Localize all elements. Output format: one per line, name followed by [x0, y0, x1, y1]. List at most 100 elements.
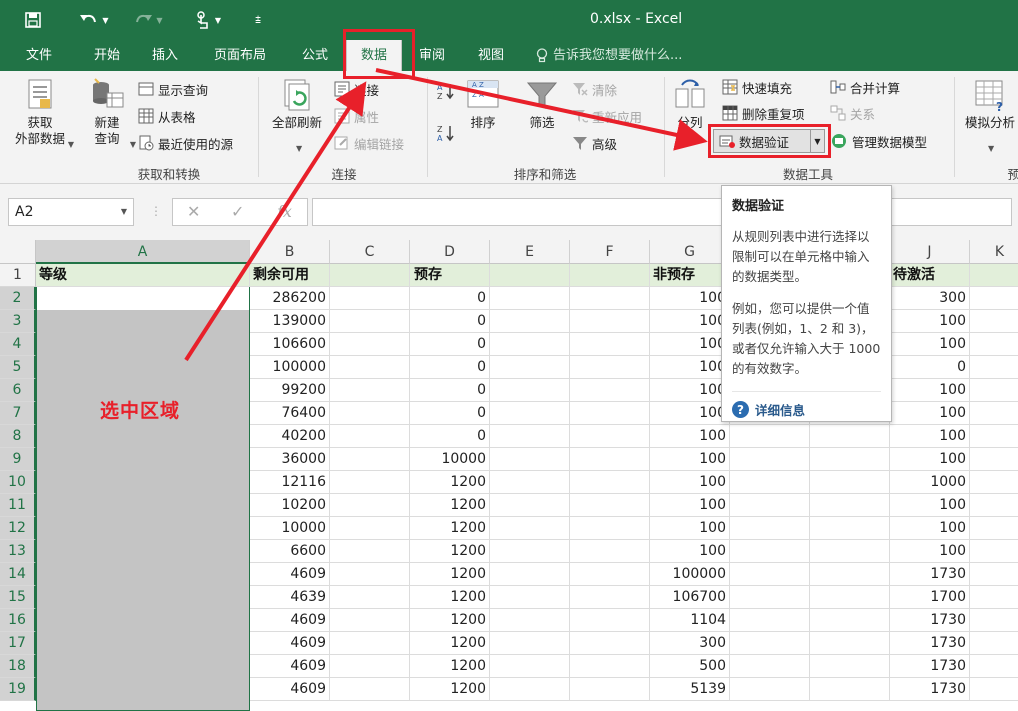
row-header[interactable]: 18: [0, 655, 36, 678]
row-header[interactable]: 12: [0, 517, 36, 540]
refresh-all-button[interactable]: 全部刷新 ▼: [264, 77, 330, 153]
undo-icon[interactable]: ▼: [74, 8, 114, 32]
row-header[interactable]: 4: [0, 333, 36, 356]
cell-j[interactable]: 300: [890, 287, 970, 310]
cell-a[interactable]: [36, 448, 250, 471]
cell-k[interactable]: [970, 471, 1018, 494]
row-header[interactable]: 9: [0, 448, 36, 471]
cell-h[interactable]: [730, 540, 810, 563]
column-header-a[interactable]: A: [36, 240, 250, 264]
cell-d[interactable]: 1200: [410, 494, 490, 517]
cell-e[interactable]: [490, 678, 570, 701]
cell-g[interactable]: 100000: [650, 563, 730, 586]
header-cell-c[interactable]: [330, 264, 410, 287]
cell-i[interactable]: [810, 678, 890, 701]
row-header[interactable]: 13: [0, 540, 36, 563]
tab-file[interactable]: 文件: [14, 40, 64, 71]
cell-j[interactable]: 1000: [890, 471, 970, 494]
cell-c[interactable]: [330, 540, 410, 563]
cell-g[interactable]: 100: [650, 425, 730, 448]
header-cell-a[interactable]: 等级: [36, 264, 250, 287]
cell-d[interactable]: 0: [410, 287, 490, 310]
row-header[interactable]: 5: [0, 356, 36, 379]
cell-k[interactable]: [970, 287, 1018, 310]
cell-j[interactable]: 1730: [890, 632, 970, 655]
cell-c[interactable]: [330, 678, 410, 701]
cell-k[interactable]: [970, 333, 1018, 356]
cell-i[interactable]: [810, 425, 890, 448]
row-header[interactable]: 6: [0, 379, 36, 402]
cell-d[interactable]: 1200: [410, 632, 490, 655]
cell-e[interactable]: [490, 632, 570, 655]
cell-c[interactable]: [330, 632, 410, 655]
cell-f[interactable]: [570, 678, 650, 701]
cell-g[interactable]: 100: [650, 287, 730, 310]
cell-i[interactable]: [810, 632, 890, 655]
manage-data-model-button[interactable]: 管理数据模型: [830, 131, 927, 151]
cell-e[interactable]: [490, 471, 570, 494]
cell-a[interactable]: [36, 517, 250, 540]
cell-e[interactable]: [490, 540, 570, 563]
tell-me-box[interactable]: 告诉我您想要做什么...: [536, 40, 682, 71]
row-header[interactable]: 14: [0, 563, 36, 586]
relationships-button[interactable]: 关系: [830, 103, 875, 123]
cell-f[interactable]: [570, 402, 650, 425]
cell-g[interactable]: 100: [650, 540, 730, 563]
cell-c[interactable]: [330, 494, 410, 517]
header-cell-k[interactable]: [970, 264, 1018, 287]
cell-c[interactable]: [330, 402, 410, 425]
header-cell-f[interactable]: [570, 264, 650, 287]
cell-c[interactable]: [330, 310, 410, 333]
column-header-c[interactable]: C: [330, 240, 410, 264]
cell-j[interactable]: 1730: [890, 563, 970, 586]
cell-h[interactable]: [730, 448, 810, 471]
row-header[interactable]: 7: [0, 402, 36, 425]
cell-d[interactable]: 1200: [410, 540, 490, 563]
column-header-j[interactable]: J: [890, 240, 970, 264]
cell-j[interactable]: 1730: [890, 678, 970, 701]
cell-j[interactable]: 0: [890, 356, 970, 379]
cell-i[interactable]: [810, 517, 890, 540]
cell-j[interactable]: 1730: [890, 609, 970, 632]
cell-b[interactable]: 4639: [250, 586, 330, 609]
cell-j[interactable]: 100: [890, 448, 970, 471]
cell-a[interactable]: [36, 310, 250, 333]
cell-g[interactable]: 100: [650, 356, 730, 379]
cell-c[interactable]: [330, 609, 410, 632]
enter-icon[interactable]: ✓: [231, 202, 244, 221]
cell-f[interactable]: [570, 448, 650, 471]
cell-g[interactable]: 100: [650, 402, 730, 425]
cell-f[interactable]: [570, 287, 650, 310]
cell-k[interactable]: [970, 632, 1018, 655]
tab-page-layout[interactable]: 页面布局: [200, 40, 280, 71]
cell-k[interactable]: [970, 586, 1018, 609]
cell-b[interactable]: 106600: [250, 333, 330, 356]
sort-za-button[interactable]: ZA: [436, 123, 456, 143]
name-box-dropdown-icon[interactable]: ▼: [121, 199, 127, 225]
cell-d[interactable]: 0: [410, 356, 490, 379]
cell-b[interactable]: 286200: [250, 287, 330, 310]
cell-e[interactable]: [490, 563, 570, 586]
cell-h[interactable]: [730, 655, 810, 678]
cell-a[interactable]: [36, 678, 250, 701]
filter-button[interactable]: 筛选: [516, 77, 568, 131]
advanced-filter-button[interactable]: 高级: [572, 133, 617, 153]
cell-b[interactable]: 99200: [250, 379, 330, 402]
cell-k[interactable]: [970, 402, 1018, 425]
row-header[interactable]: 16: [0, 609, 36, 632]
column-header-d[interactable]: D: [410, 240, 490, 264]
cell-d[interactable]: 1200: [410, 586, 490, 609]
cell-d[interactable]: 0: [410, 310, 490, 333]
cell-f[interactable]: [570, 517, 650, 540]
text-to-columns-button[interactable]: 分列: [670, 77, 710, 131]
cell-j[interactable]: 100: [890, 425, 970, 448]
cell-j[interactable]: 100: [890, 402, 970, 425]
cell-g[interactable]: 100: [650, 379, 730, 402]
header-cell-g[interactable]: 非预存: [650, 264, 730, 287]
cell-c[interactable]: [330, 448, 410, 471]
header-cell-e[interactable]: [490, 264, 570, 287]
cell-i[interactable]: [810, 494, 890, 517]
cell-f[interactable]: [570, 310, 650, 333]
cell-e[interactable]: [490, 425, 570, 448]
cell-k[interactable]: [970, 678, 1018, 701]
